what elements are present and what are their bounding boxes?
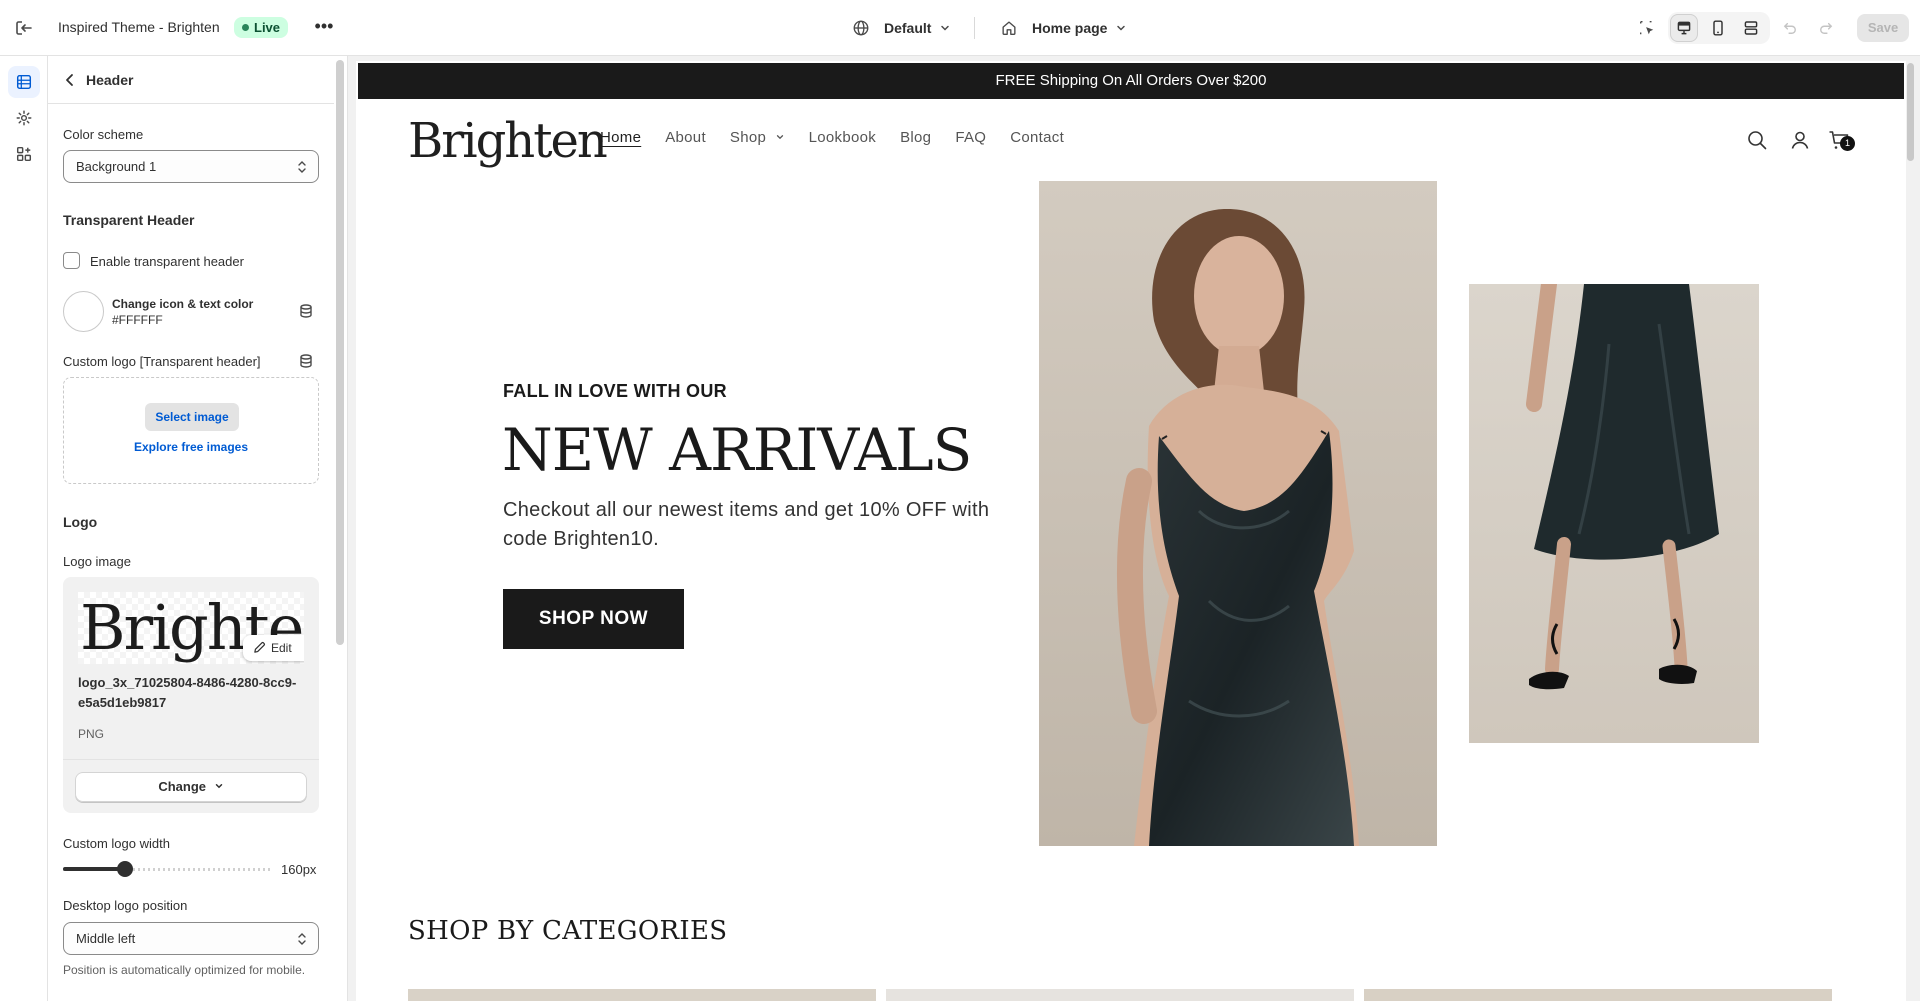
chevron-down-icon (941, 25, 950, 31)
change-label: Change (158, 779, 207, 794)
transparent-logo-upload: Select image Explore free images (63, 377, 319, 484)
announcement-bar: FREE Shipping On All Orders Over $200 (358, 63, 1904, 99)
chevron-left-icon[interactable] (60, 70, 80, 90)
preview-scrollbar[interactable] (1907, 63, 1914, 161)
logo-width-label: Custom logo width (63, 836, 170, 851)
locale-selector[interactable]: Default (852, 14, 951, 42)
nav-item-faq[interactable]: FAQ (955, 129, 986, 146)
shop-now-button[interactable]: SHOP NOW (503, 589, 684, 649)
color-scheme-value: Background 1 (76, 159, 157, 174)
position-help-text: Position is automatically optimized for … (63, 963, 306, 977)
categories-heading: SHOP BY CATEGORIES (408, 916, 728, 946)
select-chevron-icon (298, 161, 306, 173)
nav-item-blog[interactable]: Blog (900, 129, 931, 146)
panel-title: Header (86, 72, 134, 88)
select-image-button[interactable]: Select image (145, 403, 239, 431)
page-label: Home page (1032, 20, 1108, 36)
search-icon[interactable] (1745, 128, 1769, 152)
select-chevron-icon (298, 933, 306, 945)
logo-image-label: Logo image (63, 554, 131, 569)
main-nav: Home About Shop Lookbook Blog FAQ Contac… (600, 129, 1064, 146)
logo-width-value: 160px (281, 862, 317, 877)
mobile-view-icon[interactable] (1704, 14, 1732, 42)
nav-item-about[interactable]: About (665, 129, 706, 146)
nav-item-lookbook[interactable]: Lookbook (809, 129, 876, 146)
hero-title: NEW ARRIVALS (502, 416, 972, 484)
exit-icon[interactable] (12, 16, 36, 40)
theme-title: Inspired Theme - Brighten (58, 19, 220, 35)
logo-width-slider-fill (63, 867, 126, 871)
page-selector[interactable]: Home page (1000, 14, 1127, 42)
storefront-preview: FREE Shipping On All Orders Over $200 Br… (356, 61, 1906, 1001)
pencil-icon (254, 642, 265, 653)
live-badge: Live (234, 17, 289, 38)
desktop-position-select[interactable]: Middle left (63, 922, 319, 955)
home-icon (1002, 21, 1016, 35)
account-icon[interactable] (1788, 128, 1812, 152)
store-logo[interactable]: Brighten (408, 111, 608, 171)
enable-transparent-label: Enable transparent header (90, 254, 244, 269)
desktop-view-icon[interactable] (1670, 14, 1698, 42)
hero-kicker: FALL IN LOVE WITH OUR (503, 381, 727, 401)
nav-item-contact[interactable]: Contact (1010, 129, 1064, 146)
editor-rail (0, 56, 48, 1001)
inspector-icon[interactable] (1633, 14, 1661, 42)
settings-panel: Header Color scheme Background 1 Transpa… (48, 56, 348, 1001)
more-actions-button[interactable]: ••• (310, 14, 338, 42)
enable-transparent-checkbox[interactable] (63, 252, 80, 269)
settings-gear-icon[interactable] (8, 102, 40, 134)
dynamic-source-icon[interactable] (298, 303, 314, 319)
apps-icon[interactable] (8, 138, 40, 170)
dynamic-source-icon[interactable] (298, 353, 314, 369)
color-scheme-select[interactable]: Background 1 (63, 150, 319, 183)
logo-image-preview[interactable]: Brighten Edit (78, 592, 304, 664)
desktop-position-label: Desktop logo position (63, 898, 188, 913)
logo-file-name: logo_3x_71025804-8486-4280-8cc9-e5a5d1eb… (78, 675, 297, 710)
chevron-down-icon (215, 784, 222, 789)
cart-count-badge: 1 (1840, 136, 1855, 151)
icon-color-swatch[interactable] (63, 291, 104, 332)
divider (63, 759, 319, 760)
explore-free-images-link[interactable]: Explore free images (64, 440, 318, 454)
hero-image-model (1039, 181, 1437, 846)
transparent-header-heading: Transparent Header (63, 212, 195, 228)
hero-subtitle: Checkout all our newest items and get 10… (503, 499, 990, 550)
change-image-button[interactable]: Change (75, 772, 307, 802)
logo-width-slider-handle[interactable] (117, 861, 134, 877)
panel-header: Header (48, 56, 334, 104)
chevron-down-icon (1117, 25, 1126, 31)
chevron-down-icon (776, 135, 783, 140)
icon-color-label: Change icon & text color (112, 297, 254, 311)
undo-icon[interactable] (1776, 14, 1804, 42)
nav-item-label: Shop (729, 129, 767, 146)
logo-image-card: Brighten Edit logo_3x_71025804-8486-4280… (63, 577, 319, 813)
nav-item-home[interactable]: Home (600, 129, 641, 146)
globe-icon (853, 20, 869, 36)
edit-label: Edit (271, 641, 292, 655)
desktop-position-value: Middle left (76, 931, 136, 946)
editor-topbar: Inspired Theme - Brighten Live ••• Defau… (0, 0, 1920, 56)
nav-item-shop[interactable]: Shop (730, 129, 785, 146)
sections-icon[interactable] (8, 66, 40, 98)
custom-logo-transparent-label: Custom logo [Transparent header] (63, 354, 261, 369)
icon-color-value: #FFFFFF (112, 313, 163, 327)
panel-scrollbar[interactable] (336, 60, 344, 645)
logo-file-type: PNG (78, 727, 105, 741)
topbar-divider (974, 17, 975, 39)
color-scheme-label: Color scheme (63, 127, 144, 142)
edit-image-button[interactable]: Edit (243, 635, 304, 661)
redo-icon[interactable] (1812, 14, 1840, 42)
locale-label: Default (884, 20, 932, 36)
hero-image-detail (1469, 284, 1759, 743)
category-card[interactable] (1364, 989, 1832, 1001)
fullscreen-view-icon[interactable] (1737, 14, 1765, 42)
category-card[interactable] (886, 989, 1354, 1001)
logo-heading: Logo (63, 514, 98, 530)
save-button[interactable]: Save (1857, 14, 1909, 42)
category-card[interactable] (408, 989, 876, 1001)
